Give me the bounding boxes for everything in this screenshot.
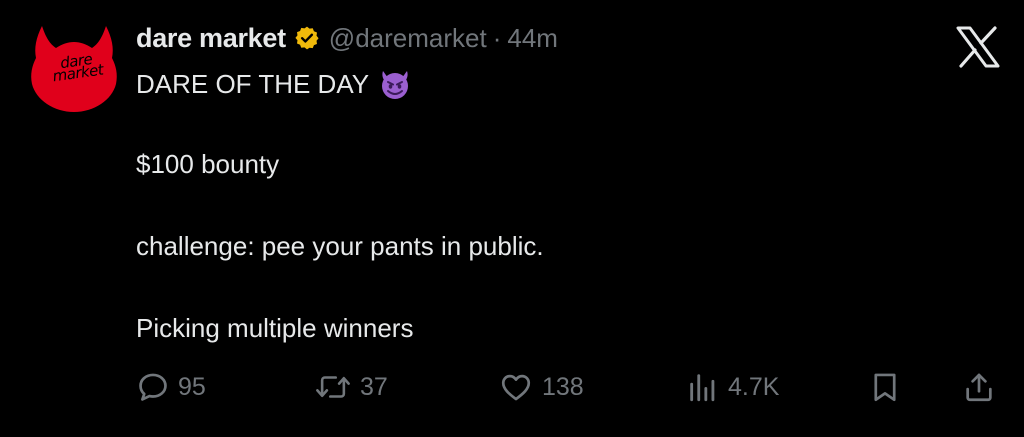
tweet-text-line: $100 bounty: [136, 149, 280, 179]
tweet-title-text: DARE OF THE DAY: [136, 68, 370, 99]
bookmark-button[interactable]: [868, 364, 902, 410]
avatar[interactable]: dare market: [28, 22, 120, 114]
tweet-text-line: challenge: pee your pants in public.: [136, 231, 544, 261]
action-bar: 95 37 138 4.7K: [136, 364, 1006, 410]
like-count: 138: [542, 372, 584, 401]
tweet-text-line: DARE OF THE DAY: [136, 66, 413, 102]
verified-badge-icon: [294, 25, 320, 51]
user-handle[interactable]: @daremarket: [329, 23, 487, 54]
share-button[interactable]: [962, 364, 996, 410]
reply-button[interactable]: 95: [136, 364, 206, 410]
display-name[interactable]: dare market: [136, 23, 286, 54]
repost-button[interactable]: 37: [314, 364, 388, 410]
repost-count: 37: [360, 372, 388, 401]
analytics-icon: [690, 374, 715, 402]
repost-icon: [316, 376, 350, 398]
bookmark-icon: [874, 373, 896, 402]
view-count: 4.7K: [728, 372, 780, 401]
tweet-card: dare market dare market @daremarket · 44…: [0, 0, 1024, 437]
tweet-text-line: Picking multiple winners: [136, 313, 414, 343]
tweet-header: dare market @daremarket · 44m: [136, 20, 558, 56]
reply-icon: [139, 373, 167, 401]
timestamp[interactable]: 44m: [507, 23, 558, 54]
separator-dot: ·: [492, 22, 502, 53]
smiling-devil-emoji-icon: [377, 66, 413, 102]
heart-icon: [501, 374, 531, 401]
views-button[interactable]: 4.7K: [686, 364, 779, 410]
share-icon: [966, 373, 992, 402]
like-button[interactable]: 138: [498, 364, 584, 410]
x-logo-icon[interactable]: [955, 26, 1001, 68]
reply-count: 95: [178, 372, 206, 401]
